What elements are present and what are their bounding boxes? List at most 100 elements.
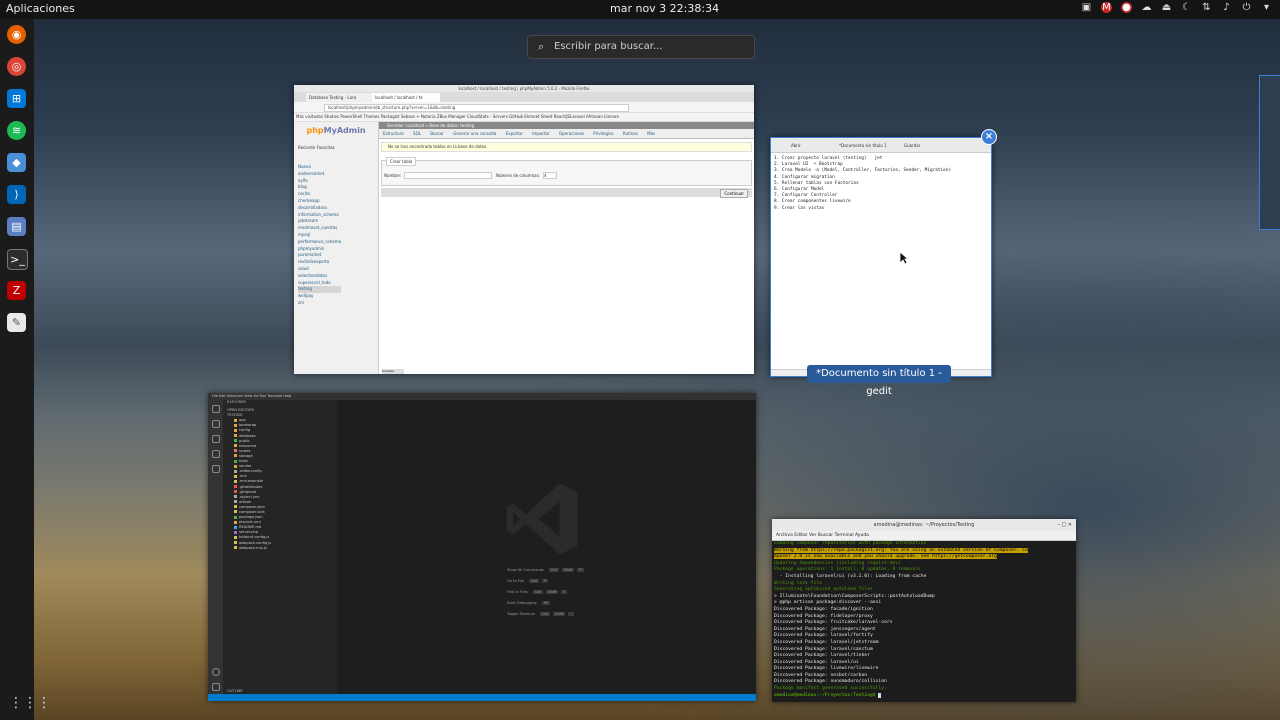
search-icon[interactable]: [212, 420, 220, 428]
window-caption: *Documento sin título 1 - gedit: [807, 365, 951, 397]
db-item[interactable]: aylfo: [298, 178, 341, 185]
db-item[interactable]: phpmyadmin: [298, 246, 341, 253]
url-field[interactable]: localhost/phpmyadmin/db_structure.php?se…: [324, 104, 629, 112]
explorer-icon[interactable]: [212, 405, 220, 413]
activity-bar: [208, 400, 223, 694]
tab-rutinas[interactable]: Rutinas: [623, 131, 638, 136]
power-icon[interactable]: ⏻: [1241, 2, 1252, 13]
file-item[interactable]: webpack.mix.js: [223, 546, 337, 551]
explorer-header: EXPLORER: [227, 400, 246, 404]
db-item[interactable]: medmoost_cuentas: [298, 225, 341, 232]
dock: ◉ ◎ ⊞ ≋ ◆ ⟩ ▤ >_ Z ✎ ⋮⋮⋮: [0, 19, 51, 720]
document-title: *Documento sin título 1: [839, 143, 887, 148]
db-item[interactable]: wellpay: [298, 293, 341, 300]
tab-database-testing[interactable]: Database Testing - Lara: [306, 93, 374, 102]
console-button[interactable]: Consola: [382, 369, 404, 374]
gedit-text-area[interactable]: 1. Crear proyecto laravel (testing) jet …: [774, 156, 991, 212]
terminal-menubar[interactable]: Archivo Editar Ver Buscar Terminal Ayuda: [772, 531, 1076, 541]
open-button[interactable]: Abrir: [791, 143, 801, 148]
offscreen-window[interactable]: [1259, 75, 1280, 230]
firefox-window[interactable]: localhost / localhost / testing | phpMyA…: [294, 85, 754, 374]
chrome-icon[interactable]: ◎: [7, 57, 26, 76]
tab-sql[interactable]: SQL: [413, 131, 421, 136]
vscode-icon[interactable]: ⟩: [7, 185, 26, 204]
terminal-window[interactable]: amedina@medinas: ~/Proyectos/Testing – □…: [772, 519, 1076, 702]
search-icon: ⌕: [538, 40, 545, 53]
spotify-icon[interactable]: ≋: [7, 121, 26, 140]
tab-mas[interactable]: Más: [647, 131, 655, 136]
night-light-icon[interactable]: ☾: [1181, 2, 1192, 13]
terminal-icon[interactable]: >_: [7, 249, 28, 270]
recent-favorites[interactable]: Reciente Favoritas: [298, 145, 378, 150]
db-item[interactable]: salud: [298, 266, 341, 273]
db-item[interactable]: information_schema: [298, 212, 341, 219]
terminal-output[interactable]: Loading composer repositories with packa…: [774, 541, 1076, 699]
account-icon[interactable]: [212, 668, 220, 676]
table-name-input[interactable]: [404, 172, 492, 179]
db-item[interactable]: desarrolladora: [298, 205, 341, 212]
debug-icon[interactable]: [212, 450, 220, 458]
firefox-icon[interactable]: ◉: [7, 25, 26, 44]
db-item[interactable]: superaccel_todo: [298, 280, 341, 287]
bookmarks-bar[interactable]: Más visitados Studies PowerShell Themes …: [294, 113, 754, 122]
continue-button[interactable]: Continuar: [720, 189, 748, 198]
window-controls[interactable]: – □ ✕: [1057, 519, 1072, 531]
applications-menu[interactable]: Aplicaciones: [6, 2, 75, 15]
pma-sidebar: phpMyAdmin Reciente Favoritas Nueva ande…: [294, 122, 379, 374]
breadcrumb[interactable]: Servidor: localhost » Base de datos: tes…: [379, 122, 754, 129]
db-item[interactable]: performance_schema: [298, 239, 341, 246]
record-icon[interactable]: ●: [1121, 2, 1132, 13]
show-applications-icon[interactable]: ⋮⋮⋮: [9, 696, 51, 711]
activities-search[interactable]: ⌕ Escribir para buscar...: [527, 35, 755, 59]
db-item[interactable]: jobstream: [298, 218, 341, 225]
shortcut-hint: Go to File Ctrl P: [507, 579, 549, 583]
phpmyadmin-logo[interactable]: phpMyAdmin: [294, 126, 378, 135]
tab-exportar[interactable]: Exportar: [506, 131, 523, 136]
text-editor-icon[interactable]: ✎: [7, 313, 26, 332]
tab-operaciones[interactable]: Operaciones: [559, 131, 584, 136]
chevron-down-icon[interactable]: ▾: [1261, 2, 1272, 13]
db-item[interactable]: blog: [298, 184, 341, 191]
explorer-panel: EXPLORER OPEN EDITORS TESTING app bootst…: [223, 400, 337, 694]
virtualbox-icon[interactable]: ◆: [7, 153, 26, 172]
cloud-icon[interactable]: ☁: [1141, 2, 1152, 13]
db-item-selected[interactable]: testing: [298, 286, 342, 294]
system-tray: ▣ M ● ☁ ⏏ ☾ ⇅ ♪ ⏻ ▾: [1081, 2, 1272, 13]
files-icon[interactable]: ▤: [7, 217, 26, 236]
db-item[interactable]: Nueva: [298, 164, 341, 171]
vscode-window[interactable]: File Edit Selection View Go Run Terminal…: [208, 393, 756, 701]
tab-generar-consulta[interactable]: Generar una consulta: [453, 131, 496, 136]
search-placeholder: Escribir para buscar...: [554, 41, 663, 52]
columns-label: Número de columnas:: [496, 173, 541, 178]
close-icon[interactable]: ×: [981, 129, 997, 145]
db-item[interactable]: andesmarket: [298, 171, 341, 178]
volume-icon[interactable]: ♪: [1221, 2, 1232, 13]
db-item[interactable]: mysql: [298, 232, 341, 239]
extensions-icon[interactable]: [212, 465, 220, 473]
tab-estructura[interactable]: Estructura: [383, 131, 404, 136]
db-item[interactable]: zm: [298, 300, 341, 307]
tab-buscar[interactable]: Buscar: [430, 131, 444, 136]
vscode-menubar[interactable]: File Edit Selection View Go Run Terminal…: [208, 393, 756, 400]
gedit-window[interactable]: Abrir *Documento sin título 1 Guardar 1.…: [770, 137, 992, 377]
db-item[interactable]: selectiondatos: [298, 273, 341, 280]
gear-icon[interactable]: [212, 683, 220, 691]
eject-icon[interactable]: ⏏: [1161, 2, 1172, 13]
db-item[interactable]: checkeapp: [298, 198, 341, 205]
terminal-title: amedina@medinas: ~/Proyectos/Testing: [873, 522, 975, 528]
source-control-icon[interactable]: [212, 435, 220, 443]
columns-input[interactable]: 4: [543, 172, 557, 179]
filezilla-icon[interactable]: Z: [7, 281, 26, 300]
db-item[interactable]: cecite: [298, 191, 341, 198]
tab-importar[interactable]: Importar: [532, 131, 549, 136]
tab-privilegios[interactable]: Privilegios: [593, 131, 613, 136]
clock[interactable]: mar nov 3 22:38:34: [610, 2, 719, 15]
tray-app-icon[interactable]: ▣: [1081, 2, 1092, 13]
db-item[interactable]: puremarket: [298, 252, 341, 259]
tab-phpmyadmin[interactable]: localhost / localhost / te: [372, 93, 440, 102]
windows-icon[interactable]: ⊞: [7, 89, 26, 108]
db-item[interactable]: revitalisexperto: [298, 259, 341, 266]
save-button[interactable]: Guardar: [904, 143, 920, 148]
network-icon[interactable]: ⇅: [1201, 2, 1212, 13]
mail-icon[interactable]: M: [1101, 2, 1112, 13]
